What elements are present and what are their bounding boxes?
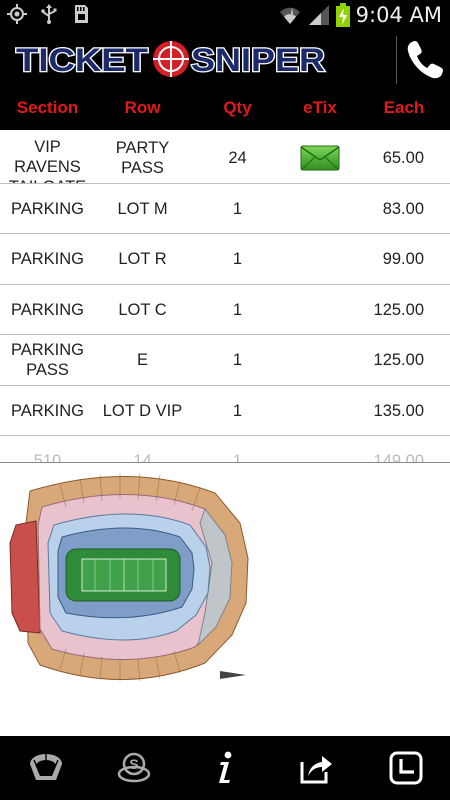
listing-row[interactable]: 510 14 1 149.00 xyxy=(0,436,450,463)
listing-row[interactable]: VIP RAVENS TAILGATE PARTY PASS 24 65.00 xyxy=(0,133,450,184)
listing-qty: 1 xyxy=(232,452,243,463)
clock-icon[interactable] xyxy=(388,750,424,786)
column-header-row-label[interactable]: Row xyxy=(95,98,190,118)
listing-row[interactable]: PARKING LOT C 1 125.00 xyxy=(0,285,450,335)
listing-row-value: LOT R xyxy=(118,250,167,268)
listing-row-value: LOT D VIP xyxy=(102,401,183,420)
listing-etix xyxy=(280,335,360,385)
app-header: TICKET SNIPER xyxy=(0,30,450,90)
status-bar: 9:04 AM xyxy=(0,0,450,30)
usb-icon xyxy=(41,4,57,24)
crosshair-icon xyxy=(153,41,189,77)
listing-qty: 1 xyxy=(232,300,243,319)
app-screen: 9:04 AM TICKET SNIPER Section Row Qty eT… xyxy=(0,0,450,800)
listing-qty: 1 xyxy=(232,199,243,218)
logo-text-sniper: SNIPER xyxy=(191,42,325,78)
bottom-navigation: S xyxy=(0,736,450,800)
battery-charging-icon xyxy=(335,3,350,27)
sd-card-icon xyxy=(75,5,88,23)
listing-qty: 1 xyxy=(232,250,243,268)
share-icon[interactable] xyxy=(298,750,334,786)
listing-etix xyxy=(280,133,360,183)
listing-etix xyxy=(280,285,360,335)
phone-icon[interactable] xyxy=(404,38,446,82)
column-header-each[interactable]: Each xyxy=(358,98,450,118)
listing-row-value: LOT M xyxy=(117,199,168,218)
listing-etix xyxy=(280,436,360,463)
listing-row-value: PARTY PASS xyxy=(115,139,170,177)
listing-row[interactable]: PARKING LOT D VIP 1 135.00 xyxy=(0,386,450,436)
sniper-icon[interactable]: S xyxy=(116,750,152,786)
column-header-etix[interactable]: eTix xyxy=(280,98,360,118)
listing-price: 125.00 xyxy=(373,300,424,319)
listing-row[interactable]: PARKING LOT R 1 99.00 xyxy=(0,234,450,285)
ticket-listings[interactable]: VIP RAVENS TAILGATE PARTY PASS 24 65.00 xyxy=(0,133,450,463)
listing-qty: 1 xyxy=(232,401,243,420)
logo-text-ticket: TICKET xyxy=(16,42,149,78)
listing-section: 510 xyxy=(33,452,62,463)
listing-qty: 24 xyxy=(228,149,247,167)
listing-price: 83.00 xyxy=(382,199,424,218)
listing-price: 65.00 xyxy=(382,149,424,167)
column-header-section[interactable]: Section xyxy=(0,98,95,118)
stadium-seating-map[interactable] xyxy=(0,463,260,693)
listing-price: 99.00 xyxy=(382,250,424,268)
gps-icon xyxy=(7,4,27,24)
clock-time: 9:04 AM xyxy=(355,3,442,27)
listing-row[interactable]: PARKING LOT M 1 83.00 xyxy=(0,184,450,234)
listing-price: 149.00 xyxy=(373,452,424,463)
listing-row[interactable]: PARKING PASS E 1 125.00 xyxy=(0,335,450,386)
listing-section: PARKING xyxy=(10,401,85,420)
envelope-icon xyxy=(300,145,340,171)
notification-icons xyxy=(6,3,92,25)
listing-section: PARKING xyxy=(10,250,85,268)
ticket-sniper-logo[interactable]: TICKET SNIPER xyxy=(14,36,329,82)
info-icon[interactable] xyxy=(207,750,243,786)
wifi-icon xyxy=(279,7,300,25)
signal-icon xyxy=(308,5,329,25)
listing-price: 135.00 xyxy=(373,401,424,420)
listing-section: PARKING xyxy=(10,199,85,218)
stadium-icon[interactable] xyxy=(28,750,64,786)
listing-row-value: E xyxy=(136,351,148,369)
listing-etix xyxy=(280,386,360,436)
svg-text:S: S xyxy=(129,756,138,772)
column-header-row: Section Row Qty eTix Each xyxy=(0,90,450,130)
header-divider xyxy=(396,36,397,84)
column-header-qty[interactable]: Qty xyxy=(200,98,275,118)
listing-section: PARKING PASS xyxy=(10,341,85,379)
listing-row-value: LOT C xyxy=(118,300,167,319)
listing-section: VIP RAVENS TAILGATE xyxy=(9,138,86,183)
system-icons: 9:04 AM xyxy=(278,3,442,27)
listing-etix xyxy=(280,234,360,284)
north-indicator xyxy=(220,671,246,679)
listing-section: PARKING xyxy=(10,300,85,319)
listing-etix xyxy=(280,184,360,234)
listing-price: 125.00 xyxy=(373,351,424,369)
stadium-map-panel[interactable] xyxy=(0,463,450,736)
listing-qty: 1 xyxy=(232,351,243,369)
listing-row-value: 14 xyxy=(133,452,152,463)
